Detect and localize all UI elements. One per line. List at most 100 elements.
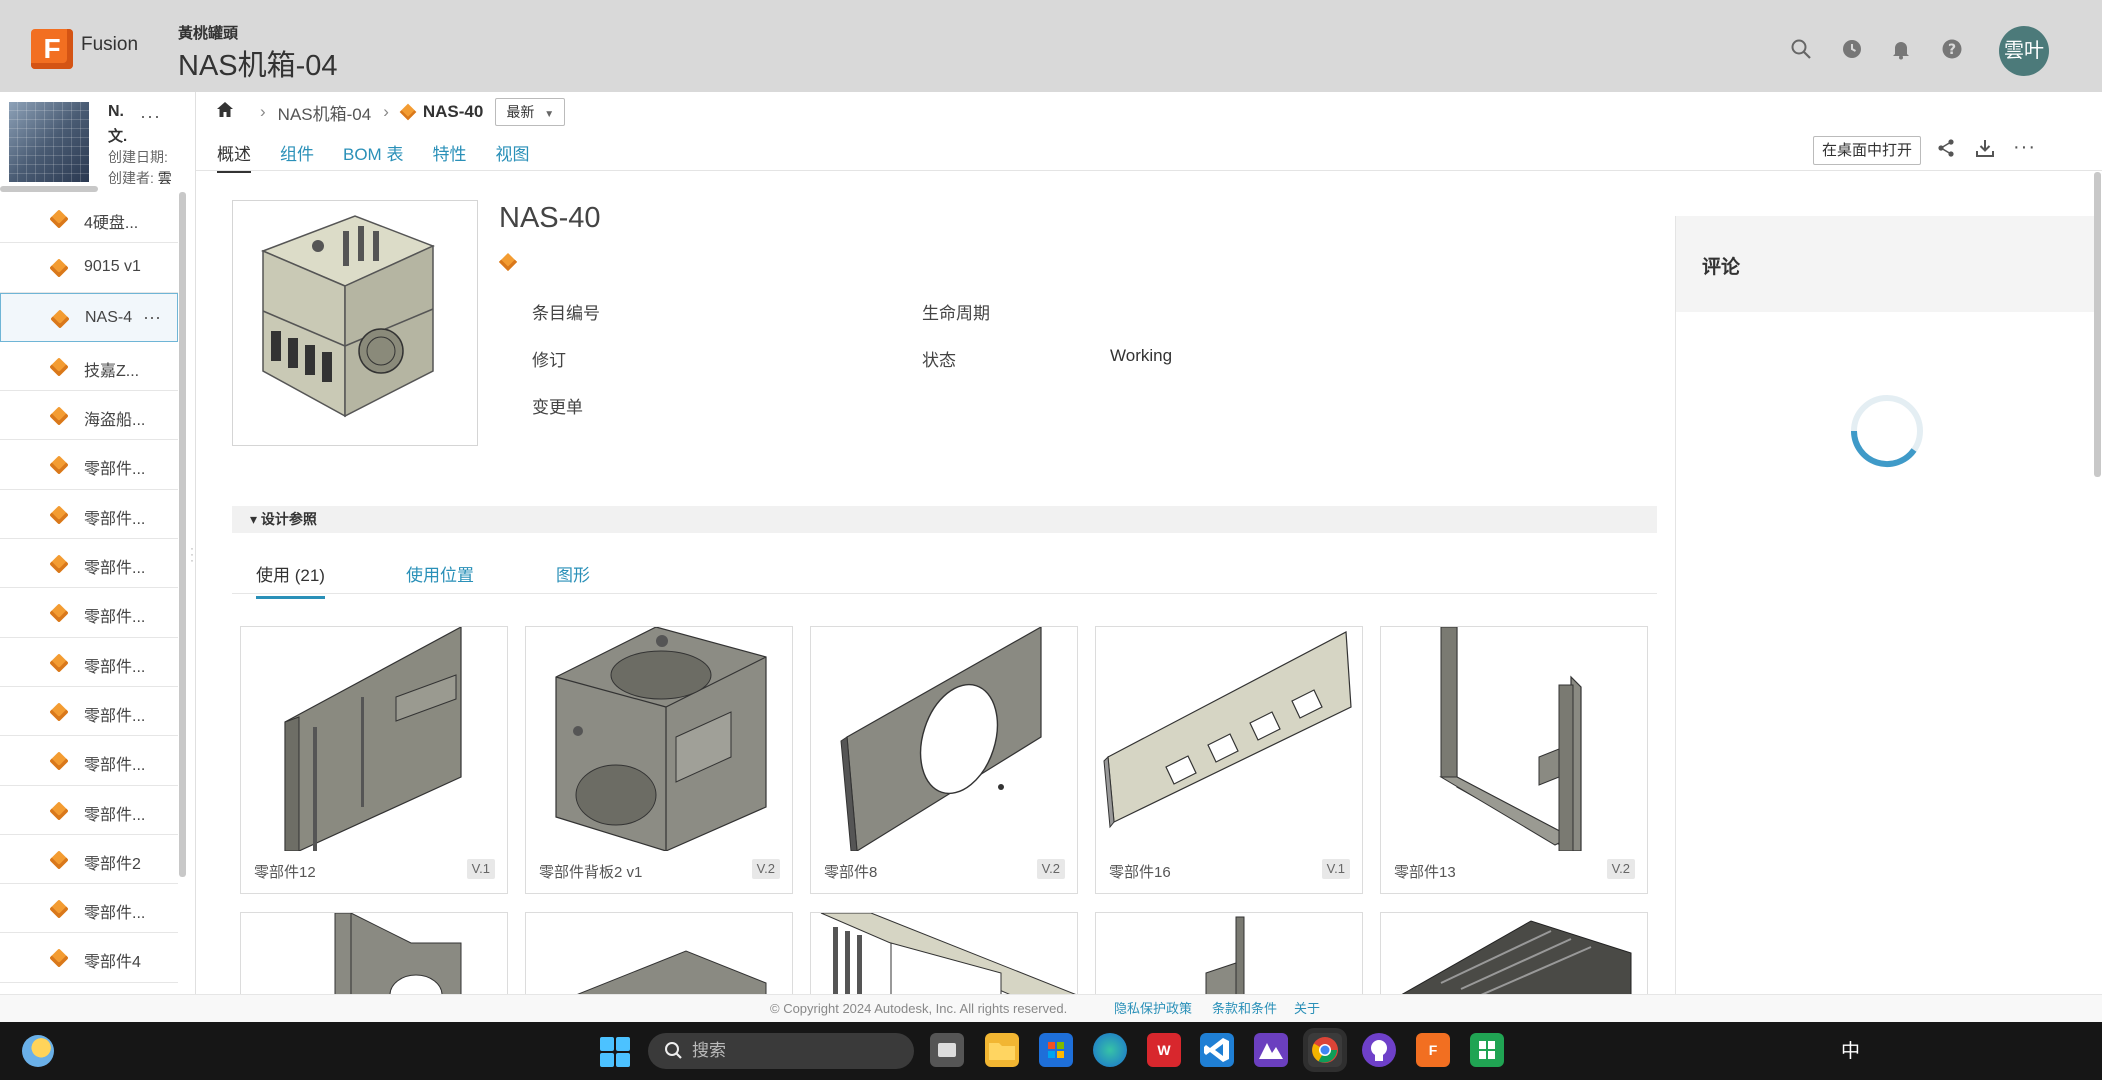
- component-cube-icon: [49, 653, 69, 673]
- tab-0[interactable]: 概述: [217, 140, 251, 173]
- loading-spinner-icon: [1851, 395, 1923, 468]
- component-card[interactable]: 零部件13 V.2: [1380, 626, 1648, 894]
- sidebar-item-more-icon[interactable]: ···: [143, 307, 161, 328]
- component-card[interactable]: 零部件背板2 v1 V.2: [525, 626, 793, 894]
- sidebar-item[interactable]: 零部件...: [0, 638, 178, 687]
- breadcrumb-project[interactable]: NAS机箱-04: [278, 100, 372, 125]
- component-cube-icon: [49, 702, 69, 722]
- project-subtitle: 黃桃罐頭: [178, 25, 239, 42]
- edge-browser-icon[interactable]: [1093, 1033, 1127, 1067]
- component-thumbnail: [1439, 627, 1582, 851]
- component-thumbnail: [840, 627, 1042, 851]
- sidebar-item-label: 零部件...: [84, 560, 146, 578]
- design-references-section-toggle[interactable]: ▾ 设计参照: [232, 506, 1657, 533]
- component-cube-icon: [49, 554, 69, 574]
- fusion-logo-icon[interactable]: F: [31, 29, 73, 69]
- about-link[interactable]: 关于: [1294, 995, 1320, 1023]
- main-vertical-scrollbar[interactable]: [2094, 172, 2101, 477]
- weather-icon[interactable]: [22, 1035, 54, 1067]
- component-card[interactable]: [1380, 912, 1648, 994]
- input-method-indicator[interactable]: 中: [1841, 1036, 1860, 1063]
- sidebar-item[interactable]: 零部件...: [0, 440, 178, 490]
- component-thumbnail: [1205, 916, 1245, 994]
- sidebar-item[interactable]: 零部件...: [0, 786, 178, 835]
- component-card[interactable]: 零部件12 V.1: [240, 626, 508, 894]
- user-avatar[interactable]: 雲叶: [1999, 26, 2049, 76]
- sidebar-more-icon[interactable]: ···: [140, 106, 161, 127]
- component-cube-icon: [49, 455, 69, 476]
- component-version-badge: V.1: [466, 859, 495, 879]
- sidebar-item[interactable]: 技嘉Z...: [0, 342, 178, 392]
- download-icon[interactable]: [1975, 138, 1995, 164]
- component-cube-icon: [49, 505, 69, 525]
- sidebar-item[interactable]: 4硬盘...: [0, 194, 178, 244]
- sidebar-item-list: 4硬盘... 9015 v1 NAS-4 ··· 技嘉Z... 海盗船... 零部件... 零…: [0, 194, 178, 983]
- app-name[interactable]: Fusion: [81, 34, 138, 56]
- sidebar-item[interactable]: NAS-4 ···: [0, 292, 178, 342]
- file-explorer-icon[interactable]: [985, 1033, 1019, 1067]
- sidebar-item[interactable]: 零部件2: [0, 835, 178, 885]
- component-thumbnail: [820, 913, 1076, 994]
- sidebar-item[interactable]: 零部件...: [0, 539, 178, 589]
- item-thumbnail[interactable]: [232, 200, 478, 446]
- comments-title: 评论: [1702, 257, 1741, 278]
- chrome-browser-icon[interactable]: [1308, 1033, 1342, 1067]
- clock-icon[interactable]: [1841, 38, 1863, 60]
- more-icon[interactable]: ···: [2013, 136, 2036, 159]
- version-select-value: 最新: [506, 104, 535, 120]
- tab-2[interactable]: BOM 表: [343, 140, 403, 173]
- sidebar-vertical-scrollbar[interactable]: [179, 192, 186, 877]
- share-icon[interactable]: [1936, 138, 1956, 164]
- component-version-badge: V.2: [1036, 859, 1065, 879]
- wps-office-icon[interactable]: W: [1147, 1033, 1181, 1067]
- tab-3[interactable]: 特性: [432, 140, 466, 173]
- github-desktop-icon[interactable]: [1362, 1033, 1396, 1067]
- component-name: 零部件背板2 v1: [539, 864, 643, 881]
- component-cube-icon: [49, 751, 69, 771]
- privacy-policy-link[interactable]: 隐私保护政策: [1114, 995, 1192, 1023]
- windows-start-icon[interactable]: [600, 1037, 630, 1067]
- subtab-where-used[interactable]: 使用位置: [406, 561, 474, 586]
- sidebar-item[interactable]: 零部件4: [0, 933, 178, 983]
- search-icon[interactable]: [1790, 38, 1812, 60]
- chevron-right-icon: ›: [260, 102, 266, 121]
- component-card[interactable]: [525, 912, 793, 994]
- sidebar-item[interactable]: 9015 v1: [0, 243, 178, 293]
- sidebar-horizontal-scrollbar[interactable]: [0, 186, 98, 192]
- sidebar-item[interactable]: 零部件...: [0, 687, 178, 737]
- component-card[interactable]: [240, 912, 508, 994]
- breadcrumb-current: NAS-40: [422, 102, 484, 121]
- sidebar-item[interactable]: 零部件...: [0, 736, 178, 786]
- sidebar-item[interactable]: 零部件...: [0, 490, 178, 540]
- sidebar-item[interactable]: 零部件...: [0, 588, 178, 638]
- component-thumbnail: [284, 627, 462, 851]
- sidebar-item-label: NAS-4: [85, 308, 133, 326]
- sidebar-item-label: 零部件4: [84, 954, 141, 972]
- component-name: 零部件16: [1109, 864, 1171, 881]
- version-select[interactable]: 最新 ▼: [495, 98, 566, 126]
- sidebar-item[interactable]: 海盗船...: [0, 391, 178, 441]
- component-cube-icon: [498, 252, 518, 272]
- help-icon[interactable]: ?: [1941, 38, 1963, 60]
- spreadsheet-app-icon[interactable]: [1470, 1033, 1504, 1067]
- tab-4[interactable]: 视图: [495, 140, 529, 173]
- component-card[interactable]: 零部件8 V.2: [810, 626, 1078, 894]
- fusion-taskbar-icon[interactable]: F: [1416, 1033, 1450, 1067]
- home-icon[interactable]: [216, 101, 234, 123]
- task-view-icon[interactable]: [930, 1033, 964, 1067]
- tab-1[interactable]: 组件: [280, 140, 314, 173]
- component-card[interactable]: [810, 912, 1078, 994]
- vscode-icon[interactable]: [1200, 1033, 1234, 1067]
- component-card[interactable]: 零部件16 V.1: [1095, 626, 1363, 894]
- terms-link[interactable]: 条款和条件: [1212, 995, 1277, 1023]
- taskbar-search-input[interactable]: 搜索: [648, 1033, 914, 1069]
- bell-icon[interactable]: [1890, 38, 1912, 60]
- sidebar-item[interactable]: 零部件...: [0, 884, 178, 934]
- sidebar-resize-handle[interactable]: · · ·: [190, 542, 194, 566]
- subtab-uses[interactable]: 使用 (21): [256, 561, 325, 599]
- media-app-icon[interactable]: [1254, 1033, 1288, 1067]
- open-in-desktop-button[interactable]: 在桌面中打开: [1813, 136, 1922, 165]
- subtab-drawings[interactable]: 图形: [556, 561, 590, 586]
- microsoft-store-icon[interactable]: [1039, 1033, 1073, 1067]
- component-card[interactable]: [1095, 912, 1363, 994]
